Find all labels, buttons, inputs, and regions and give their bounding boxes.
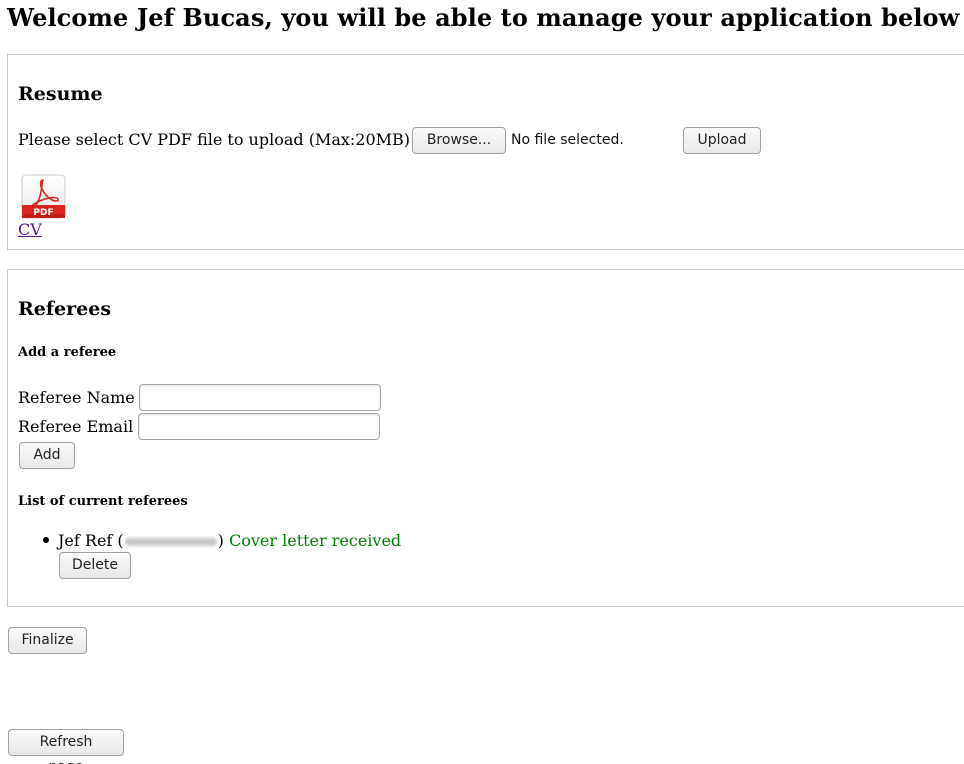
finalize-button[interactable]: Finalize xyxy=(8,627,87,654)
referee-name-input[interactable] xyxy=(139,384,381,411)
cv-link[interactable]: CV xyxy=(18,220,42,239)
referee-name: Jef Ref xyxy=(58,531,113,550)
referee-list-item: Jef Ref () Cover letter received xyxy=(58,531,402,550)
pdf-badge-text: PDF xyxy=(33,208,53,218)
referees-title: Referees xyxy=(18,298,112,320)
referee-status: Cover letter received xyxy=(228,531,402,550)
add-referee-button[interactable]: Add xyxy=(19,442,75,469)
referees-section: Referees Add a referee Referee Name Refe… xyxy=(7,269,964,607)
referee-name-label: Referee Name xyxy=(18,388,135,407)
cv-upload-prompt: Please select CV PDF file to upload (Max… xyxy=(18,130,411,149)
page-title: Welcome Jef Bucas, you will be able to m… xyxy=(7,3,960,32)
pdf-file-icon[interactable]: PDF xyxy=(21,174,66,219)
current-referees-title: List of current referees xyxy=(18,494,188,509)
referee-email-label: Referee Email xyxy=(18,417,134,436)
delete-referee-button[interactable]: Delete xyxy=(59,552,131,579)
file-status: No file selected. xyxy=(511,132,624,148)
redacted-email xyxy=(124,536,217,547)
browse-button[interactable]: Browse... xyxy=(412,127,506,154)
resume-title: Resume xyxy=(18,83,103,105)
resume-section: Resume Please select CV PDF file to uplo… xyxy=(7,54,964,250)
upload-button[interactable]: Upload xyxy=(683,127,761,154)
refresh-page-button[interactable]: Refresh page xyxy=(8,729,124,764)
list-bullet xyxy=(43,537,49,543)
referee-email-input[interactable] xyxy=(138,413,380,440)
add-referee-title: Add a referee xyxy=(18,345,117,360)
